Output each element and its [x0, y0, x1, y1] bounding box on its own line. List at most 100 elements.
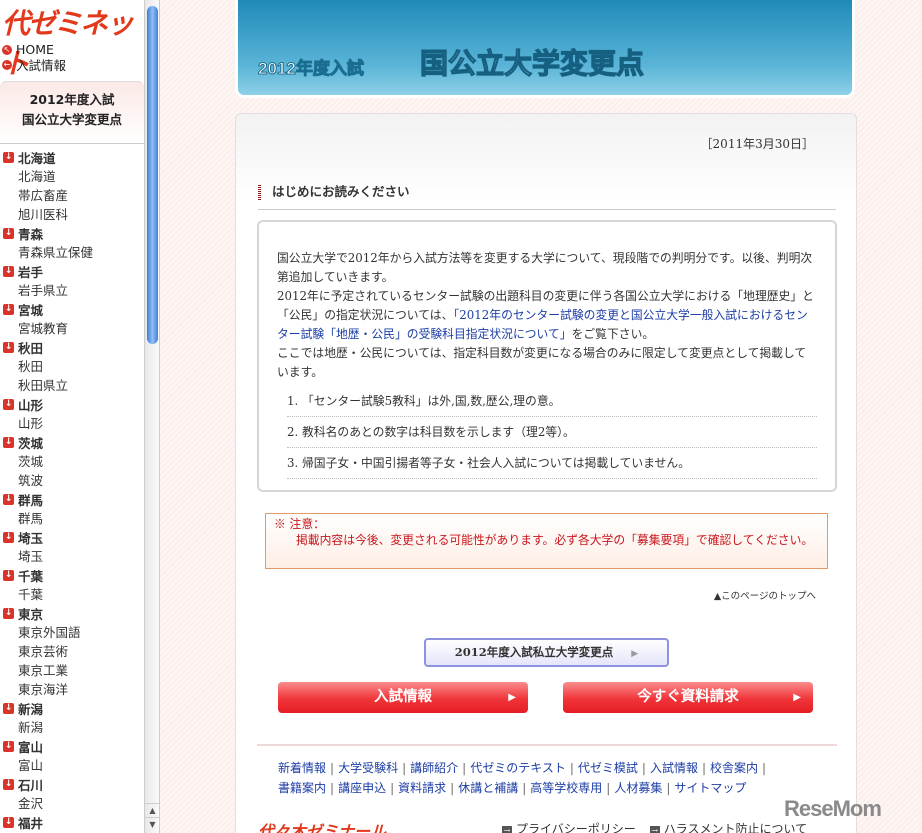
university-link[interactable]: 茨城 — [0, 452, 144, 471]
scroll-up-arrow-icon[interactable]: ▲ — [145, 803, 160, 817]
footer-link[interactable]: 休講と補講 — [458, 781, 518, 795]
prefecture-name: 東京 — [18, 607, 44, 622]
university-link[interactable]: 新潟 — [0, 718, 144, 737]
university-link[interactable]: 青森県立保健 — [0, 243, 144, 262]
footer-divider — [257, 744, 837, 746]
university-link[interactable]: 秋田県立 — [0, 376, 144, 395]
prefecture-heading[interactable]: ↓ 福井 — [0, 813, 144, 832]
exam-info-button[interactable]: 入試情報 ▶ — [278, 682, 528, 713]
university-link[interactable]: 山形 — [0, 414, 144, 433]
university-link[interactable]: 千葉 — [0, 585, 144, 604]
separator: | — [330, 761, 335, 775]
prefecture-heading[interactable]: ↓ 北海道 — [0, 148, 144, 167]
arrow-down-icon: ↓ — [3, 494, 14, 505]
university-link[interactable]: 群馬 — [0, 509, 144, 528]
request-materials-button[interactable]: 今すぐ資料請求 ▶ — [563, 682, 813, 713]
arrow-down-icon: ↓ — [3, 779, 14, 790]
university-link[interactable]: 岩手県立 — [0, 281, 144, 300]
prefecture-name: 新潟 — [18, 702, 44, 717]
triangle-right-icon: ▶ — [793, 692, 801, 703]
exam-info-link[interactable]: ← 入試情報 — [0, 57, 144, 73]
footer-link[interactable]: 代ゼミのテキスト — [470, 761, 566, 775]
footer-link[interactable]: 書籍案内 — [278, 781, 326, 795]
scrollbar-thumb[interactable] — [147, 6, 158, 344]
arrow-down-icon: ↓ — [3, 703, 14, 714]
prefecture-heading[interactable]: ↓ 岩手 — [0, 262, 144, 281]
prefecture-heading[interactable]: ↓ 茨城 — [0, 433, 144, 452]
footer-links: 新着情報 | 大学受験科 | 講師紹介 | 代ゼミのテキスト | 代ゼミ模試 | 入試情報 | 校舎案内… — [278, 759, 838, 798]
footer-link[interactable]: 資料請求 — [398, 781, 446, 795]
prefecture-heading[interactable]: ↓ 富山 — [0, 737, 144, 756]
prefecture-name: 埼玉 — [18, 531, 44, 546]
university-link[interactable]: 旭川医科 — [0, 205, 144, 224]
university-link[interactable]: 秋田 — [0, 357, 144, 376]
footer-link[interactable]: 人材募集 — [614, 781, 662, 795]
notice-body: 掲載内容は今後、変更される可能性があります。必ず各大学の「募集要項」で確認してく… — [296, 533, 814, 547]
resemom-watermark: ReseMom — [784, 796, 882, 821]
footer-link[interactable]: 講座申込 — [338, 781, 386, 795]
prefecture-heading[interactable]: ↓ 青森 — [0, 224, 144, 243]
prefecture-name: 青森 — [18, 227, 44, 242]
footer-link[interactable]: 高等学校専用 — [530, 781, 602, 795]
section-title: はじめにお読みください — [258, 180, 836, 210]
separator: | — [402, 761, 407, 775]
university-link[interactable]: 東京海洋 — [0, 680, 144, 699]
button-label: 今すぐ資料請求 — [637, 689, 739, 705]
prefecture-heading[interactable]: ↓ 石川 — [0, 775, 144, 794]
arrow-down-icon: ↓ — [3, 741, 14, 752]
privacy-policy-link[interactable]: → プライバシーポリシー — [502, 820, 636, 833]
university-link[interactable]: 北海道 — [0, 167, 144, 186]
intro-paragraph-3: ここでは地歴・公民については、指定科目数が変更になる場合のみに限定して変更点とし… — [277, 346, 807, 379]
university-link[interactable]: 埼玉 — [0, 547, 144, 566]
scroll-down-arrow-icon[interactable]: ▼ — [145, 817, 160, 831]
back-to-top-link[interactable]: ▲このページのトップへ — [714, 588, 816, 602]
separator: | — [450, 780, 455, 795]
arrow-down-icon: ↓ — [3, 437, 14, 448]
footer-link[interactable]: 代ゼミ模試 — [578, 761, 638, 775]
university-link[interactable]: 筑波 — [0, 471, 144, 490]
university-link[interactable]: 金沢 — [0, 794, 144, 813]
sidebar-heading-year: 2012年度入試 — [29, 92, 115, 107]
policy-links: → プライバシーポリシー → ハラスメント防止について — [502, 820, 807, 833]
prefecture-name: 宮城 — [18, 303, 44, 318]
footer-logo[interactable]: 代々木ゼミナール — [258, 818, 386, 833]
triangle-right-icon: ▶ — [631, 649, 639, 659]
arrow-down-icon: ↓ — [3, 152, 14, 163]
university-link[interactable]: 東京芸術 — [0, 642, 144, 661]
prefecture-heading[interactable]: ↓ 山形 — [0, 395, 144, 414]
university-link[interactable]: 東京外国語 — [0, 623, 144, 642]
prefecture-list: ↓ 北海道 北海道 帯広畜産 旭川医科 ↓ 青森 青森県立保健 ↓ 岩手 岩手県立 ↓ 宮城 宮城教育 ↓ 秋… — [0, 144, 144, 832]
footer-link[interactable]: 校舎案内 — [710, 761, 758, 775]
prefecture-name: 山形 — [18, 398, 44, 413]
footer-link[interactable]: サイトマップ — [674, 781, 746, 795]
note-item: 3. 帰国子女・中国引揚者等子女・社会人入試については掲載していません。 — [287, 448, 817, 479]
footer-link[interactable]: 新着情報 — [278, 761, 326, 775]
footer-link[interactable]: 大学受験科 — [338, 761, 398, 775]
prefecture-heading[interactable]: ↓ 千葉 — [0, 566, 144, 585]
sidebar-scrollbar[interactable]: ▲ ▼ — [145, 0, 160, 833]
note-item: 2. 教科名のあとの数字は科目数を示します（理2等）。 — [287, 417, 817, 448]
notice-title: ※ 注意： — [274, 517, 325, 531]
prefecture-heading[interactable]: ↓ 新潟 — [0, 699, 144, 718]
university-link[interactable]: 東京工業 — [0, 661, 144, 680]
prefecture-heading[interactable]: ↓ 群馬 — [0, 490, 144, 509]
prefecture-name: 岩手 — [18, 265, 44, 280]
university-link[interactable]: 富山 — [0, 756, 144, 775]
prefecture-heading[interactable]: ↓ 埼玉 — [0, 528, 144, 547]
button-label: 2012年度入試私立大学変更点 — [454, 645, 614, 659]
link-label: プライバシーポリシー — [516, 822, 636, 833]
prefecture-heading[interactable]: ↓ 秋田 — [0, 338, 144, 357]
site-logo[interactable]: 代ゼミネット — [0, 0, 144, 79]
sidebar-heading-title: 国公立大学変更点 — [21, 112, 122, 127]
prefecture-heading[interactable]: ↓ 宮城 — [0, 300, 144, 319]
university-link[interactable]: 帯広畜産 — [0, 186, 144, 205]
private-university-changes-button[interactable]: 2012年度入試私立大学変更点 ▶ — [424, 638, 669, 667]
sidebar-heading: 2012年度入試 国公立大学変更点 — [0, 81, 144, 144]
university-link[interactable]: 宮城教育 — [0, 319, 144, 338]
banner-title: 国公立大学変更点 — [419, 46, 645, 80]
prefecture-heading[interactable]: ↓ 東京 — [0, 604, 144, 623]
footer-link[interactable]: 入試情報 — [650, 761, 698, 775]
prefecture-name: 北海道 — [18, 151, 56, 166]
notice-box: ※ 注意： 掲載内容は今後、変更される可能性があります。必ず各大学の「募集要項」… — [265, 513, 828, 569]
footer-link[interactable]: 講師紹介 — [410, 761, 458, 775]
